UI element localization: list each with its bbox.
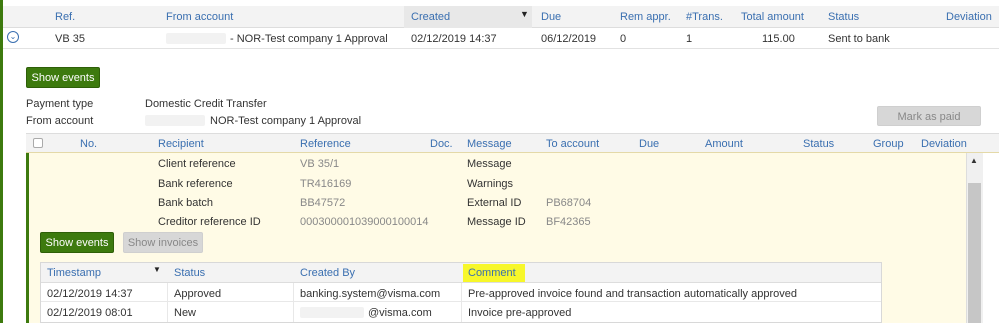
col-trans-due[interactable]: Due [639, 138, 659, 150]
col-trans[interactable]: #Trans. [686, 11, 723, 23]
show-events-button-2[interactable]: Show events [40, 232, 114, 253]
client-reference-value: VB 35/1 [300, 158, 340, 170]
creditor-ref-label: Creditor reference ID [158, 216, 261, 228]
col-from-account[interactable]: From account [166, 11, 233, 23]
bank-reference-label: Bank reference [158, 178, 233, 190]
bank-batch-value: BB47572 [300, 197, 346, 209]
separator [293, 283, 294, 322]
row-created: 02/12/2019 14:37 [411, 33, 497, 45]
scrollbar-thumb[interactable] [968, 183, 981, 323]
col-total-amount[interactable]: Total amount [741, 11, 804, 23]
col-timestamp[interactable]: Timestamp [47, 267, 101, 279]
row-total-amount: 115.00 [762, 33, 795, 45]
col-to-account[interactable]: To account [546, 138, 599, 150]
row-from-account: - NOR-Test company 1 Approval [230, 33, 388, 45]
message-label: Message [467, 158, 512, 170]
event-created-by: @visma.com [368, 307, 432, 319]
redacted-account-2 [145, 115, 205, 126]
col-created[interactable]: Created [411, 11, 450, 23]
col-status[interactable]: Status [828, 11, 859, 23]
col-trans-status[interactable]: Status [803, 138, 834, 150]
separator [461, 283, 462, 322]
payment-type-value: Domestic Credit Transfer [145, 98, 267, 110]
events-header-row [41, 263, 881, 283]
from-account-label: From account [26, 115, 94, 127]
col-no[interactable]: No. [80, 138, 97, 150]
event-status: New [174, 307, 197, 319]
external-id-label: External ID [467, 197, 522, 209]
show-events-button[interactable]: Show events [26, 67, 100, 88]
show-invoices-button[interactable]: Show invoices [123, 232, 203, 253]
redacted-account [166, 33, 226, 44]
col-reference[interactable]: Reference [300, 138, 351, 150]
sort-desc-icon[interactable]: ▼ [520, 9, 529, 19]
event-comment: Invoice pre-approved [468, 307, 572, 319]
message-id-label: Message ID [467, 216, 526, 228]
select-all-checkbox[interactable] [33, 138, 43, 148]
col-due[interactable]: Due [541, 11, 561, 23]
from-account-value: NOR-Test company 1 Approval [210, 115, 362, 127]
event-timestamp: 02/12/2019 14:37 [47, 288, 133, 300]
redacted-user [300, 307, 364, 318]
row-due: 06/12/2019 [541, 33, 597, 45]
warnings-label: Warnings [467, 178, 514, 190]
col-message[interactable]: Message [467, 138, 512, 150]
client-reference-label: Client reference [158, 158, 236, 170]
row-trans: 1 [686, 33, 693, 45]
col-recipient[interactable]: Recipient [158, 138, 204, 150]
bank-reference-value: TR416169 [300, 178, 352, 190]
external-id-value: PB68704 [546, 197, 592, 209]
row-ref: VB 35 [55, 33, 85, 45]
col-deviation[interactable]: Deviation [946, 11, 992, 23]
message-id-value: BF42365 [546, 216, 591, 228]
mark-as-paid-button[interactable]: Mark as paid [877, 106, 981, 126]
col-ref[interactable]: Ref. [55, 11, 75, 23]
col-trans-deviation[interactable]: Deviation [921, 138, 967, 150]
col-event-status[interactable]: Status [174, 267, 205, 279]
row-rem-appr: 0 [620, 33, 627, 45]
expand-chevron-icon[interactable]: ⌄ [7, 31, 19, 43]
col-amount[interactable]: Amount [705, 138, 743, 150]
payment-type-label: Payment type [26, 98, 94, 110]
creditor-ref-value: 000300001039000100014 [300, 216, 429, 228]
row-status: Sent to bank [828, 33, 890, 45]
col-comment[interactable]: Comment [468, 267, 516, 279]
event-timestamp: 02/12/2019 08:01 [47, 307, 133, 319]
event-status: Approved [174, 288, 222, 300]
sort-desc-icon-2[interactable]: ▼ [153, 265, 161, 274]
scroll-up-icon[interactable]: ▲ [970, 156, 978, 165]
bank-batch-label: Bank batch [158, 197, 214, 209]
col-rem-appr[interactable]: Rem appr. [620, 11, 671, 23]
separator [167, 283, 168, 322]
event-comment: Pre-approved invoice found and transacti… [468, 288, 797, 300]
col-created-by[interactable]: Created By [300, 267, 355, 279]
col-doc[interactable]: Doc. [430, 138, 453, 150]
col-group[interactable]: Group [873, 138, 904, 150]
event-created-by: banking.system@visma.com [300, 288, 441, 300]
